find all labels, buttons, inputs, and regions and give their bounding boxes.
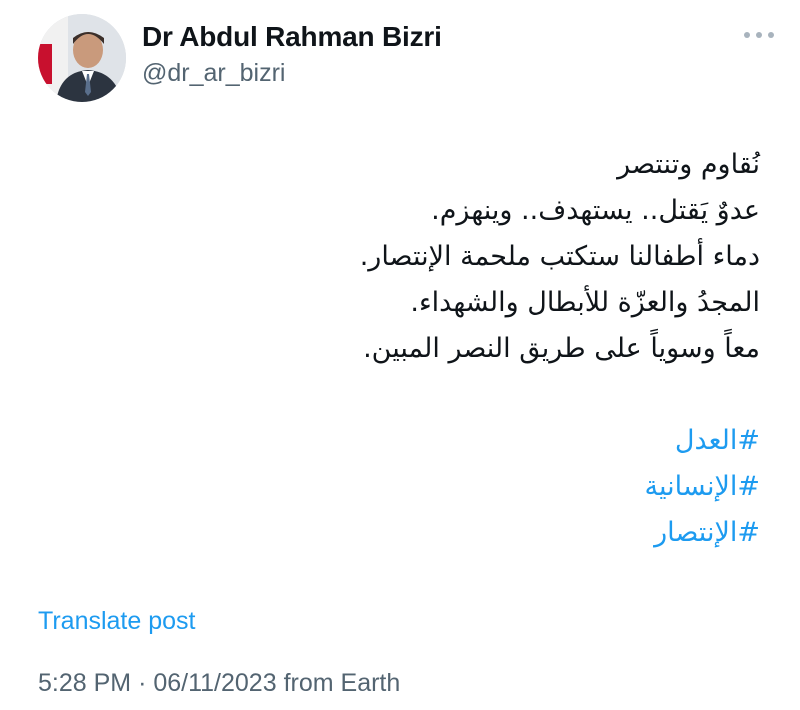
hashtag-link[interactable]: #الإنتصار (40, 510, 760, 556)
post-line: المجدُ والعزّة للأبطال والشهداء. (410, 287, 760, 318)
author-handle[interactable]: @dr_ar_bizri (142, 56, 442, 90)
author-name[interactable]: Dr Abdul Rahman Bizri (142, 20, 442, 54)
post-line: معاً وسوياً على طريق النصر المبين. (363, 333, 760, 364)
hashtag-link[interactable]: #الإنسانية (40, 464, 761, 510)
post-header: Dr Abdul Rahman Bizri @dr_ar_bizri (38, 14, 778, 104)
post-source: from Earth (283, 669, 401, 697)
more-options-button[interactable] (744, 28, 774, 42)
meta-separator: · (138, 669, 147, 697)
translate-post-link[interactable]: Translate post (38, 604, 195, 638)
more-horizontal-icon (768, 32, 774, 38)
avatar[interactable] (38, 14, 126, 102)
post-time[interactable]: 5:28 PM (38, 669, 131, 697)
hashtag-link[interactable]: #العدل (40, 418, 760, 464)
post-line: عدوٌ يَقتل.. يستهدف.. وينهزم. (431, 195, 760, 226)
hashtag-list: #العدل #الإنسانية #الإنتصار (40, 418, 761, 556)
more-horizontal-icon (744, 32, 750, 38)
post-text: نُقاوم وتنتصر عدوٌ يَقتل.. يستهدف.. وينه… (40, 142, 760, 556)
post-date[interactable]: 06/11/2023 (153, 669, 276, 697)
avatar-photo (38, 14, 126, 102)
post-line: نُقاوم وتنتصر (617, 149, 760, 180)
post-line: دماء أطفالنا ستكتب ملحمة الإنتصار. (359, 241, 760, 272)
post-metadata: 5:28 PM · 06/11/2023 from Earth (38, 666, 400, 700)
more-horizontal-icon (756, 32, 762, 38)
